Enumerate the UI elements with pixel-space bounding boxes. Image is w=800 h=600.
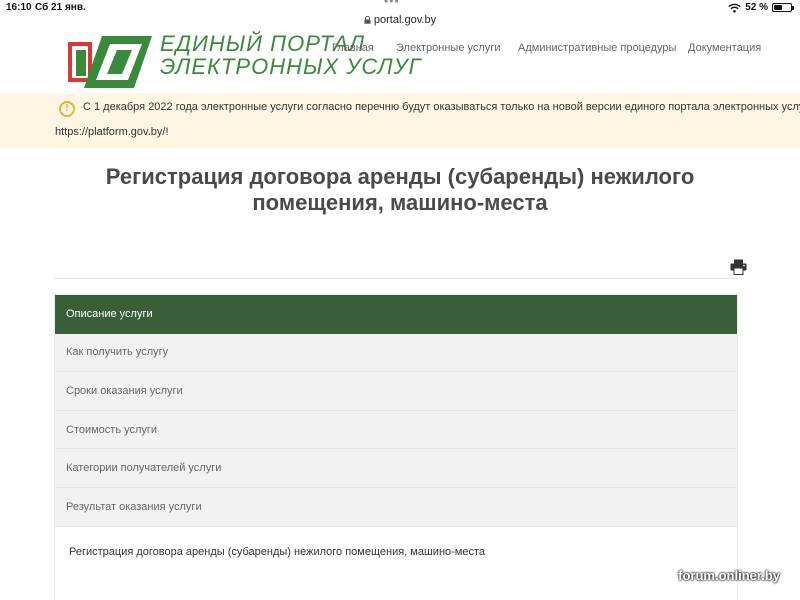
accordion-item-cost[interactable]: Стоимость услуги bbox=[55, 410, 737, 450]
battery-percent: 52 % bbox=[745, 2, 768, 13]
status-time: 16:10 bbox=[6, 2, 32, 13]
warning-icon: ! bbox=[59, 101, 75, 117]
status-date: Сб 21 янв. bbox=[35, 2, 86, 13]
notice-banner: ! С 1 декабря 2022 года электронные услу… bbox=[0, 93, 800, 148]
battery-icon bbox=[772, 3, 794, 12]
battery-level bbox=[774, 5, 783, 10]
watermark: forum.onliner.by bbox=[678, 568, 780, 583]
portal-logo-text: ЕДИНЫЙ ПОРТАЛ ЭЛЕКТРОННЫХ УСЛУГ bbox=[160, 31, 422, 79]
accordion-content: Регистрация договора аренды (субаренды) … bbox=[55, 526, 737, 600]
nav-home[interactable]: Главная bbox=[332, 42, 374, 54]
portal-logo[interactable]: ЕДИНЫЙ ПОРТАЛ ЭЛЕКТРОННЫХ УСЛУГ bbox=[62, 32, 421, 92]
nav-documentation[interactable]: Документация bbox=[688, 42, 761, 54]
accordion-item-result[interactable]: Результат оказания услуги bbox=[55, 487, 737, 527]
nav-electronic-services[interactable]: Электронные услуги bbox=[396, 42, 500, 54]
status-bar: 16:10 Сб 21 янв. ••• portal.gov.by 52 % bbox=[0, 0, 800, 30]
service-accordion: Описание услуги Как получить услугу Срок… bbox=[54, 294, 738, 600]
address-bar[interactable]: portal.gov.by bbox=[0, 14, 800, 26]
portal-emblem-icon bbox=[68, 36, 152, 88]
multitasking-dots-icon[interactable]: ••• bbox=[384, 0, 400, 8]
site-header: ЕДИНЫЙ ПОРТАЛ ЭЛЕКТРОННЫХ УСЛУГ Главная … bbox=[0, 30, 800, 93]
lock-icon bbox=[364, 16, 371, 24]
accordion-item-how-to-get[interactable]: Как получить услугу bbox=[55, 333, 737, 373]
status-right: 52 % bbox=[728, 2, 794, 13]
url-text: portal.gov.by bbox=[373, 14, 437, 26]
accordion-item-recipients[interactable]: Категории получателей услуги bbox=[55, 449, 737, 488]
wifi-icon bbox=[728, 3, 741, 13]
notice-text: С 1 декабря 2022 года электронные услуги… bbox=[83, 101, 800, 113]
print-icon[interactable] bbox=[730, 259, 747, 275]
divider bbox=[54, 278, 738, 279]
accordion-item-terms[interactable]: Сроки оказания услуги bbox=[55, 372, 737, 411]
page-title: Регистрация договора аренды (субаренды) … bbox=[105, 164, 695, 215]
nav-administrative-procedures[interactable]: Административные процедуры bbox=[518, 42, 676, 54]
notice-link[interactable]: https://platform.gov.by/! bbox=[55, 126, 169, 138]
accordion-item-description[interactable]: Описание услуги bbox=[55, 295, 737, 334]
